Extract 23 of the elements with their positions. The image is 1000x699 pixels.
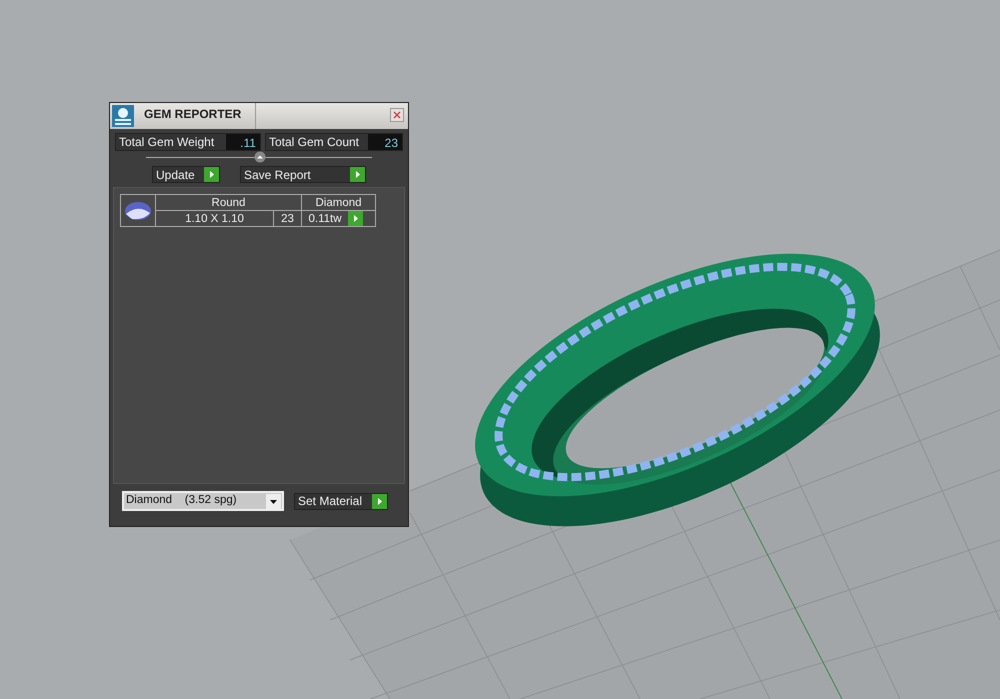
gem-size: 1.10 X 1.10 [156, 210, 274, 226]
play-icon [350, 167, 365, 182]
total-label: Total Gem Count [268, 134, 360, 151]
app-icon [112, 105, 134, 127]
play-icon [204, 167, 219, 182]
close-button[interactable] [390, 108, 404, 122]
total-value: .11 [226, 134, 260, 150]
gem-material: Diamond [302, 195, 375, 210]
gem-icon [124, 200, 152, 220]
material-dropdown[interactable]: Diamond (3.52 spg) [122, 491, 284, 511]
collapse-handle-icon[interactable] [254, 151, 266, 163]
total-value: 23 [368, 134, 402, 150]
dropdown-value: Diamond (3.52 spg) [125, 493, 238, 508]
close-icon [393, 111, 401, 119]
play-icon [348, 210, 363, 226]
play-icon [372, 494, 387, 508]
set-material-button[interactable]: Set Material [294, 492, 388, 510]
action-button[interactable]: Update [152, 166, 220, 183]
total-label: Total Gem Weight [118, 134, 216, 151]
panel-title: GEM REPORTER [136, 103, 256, 129]
gem-weight: 0.11tw [307, 212, 343, 226]
gem-count: 23 [274, 210, 302, 226]
action-button[interactable]: Save Report [240, 166, 366, 183]
